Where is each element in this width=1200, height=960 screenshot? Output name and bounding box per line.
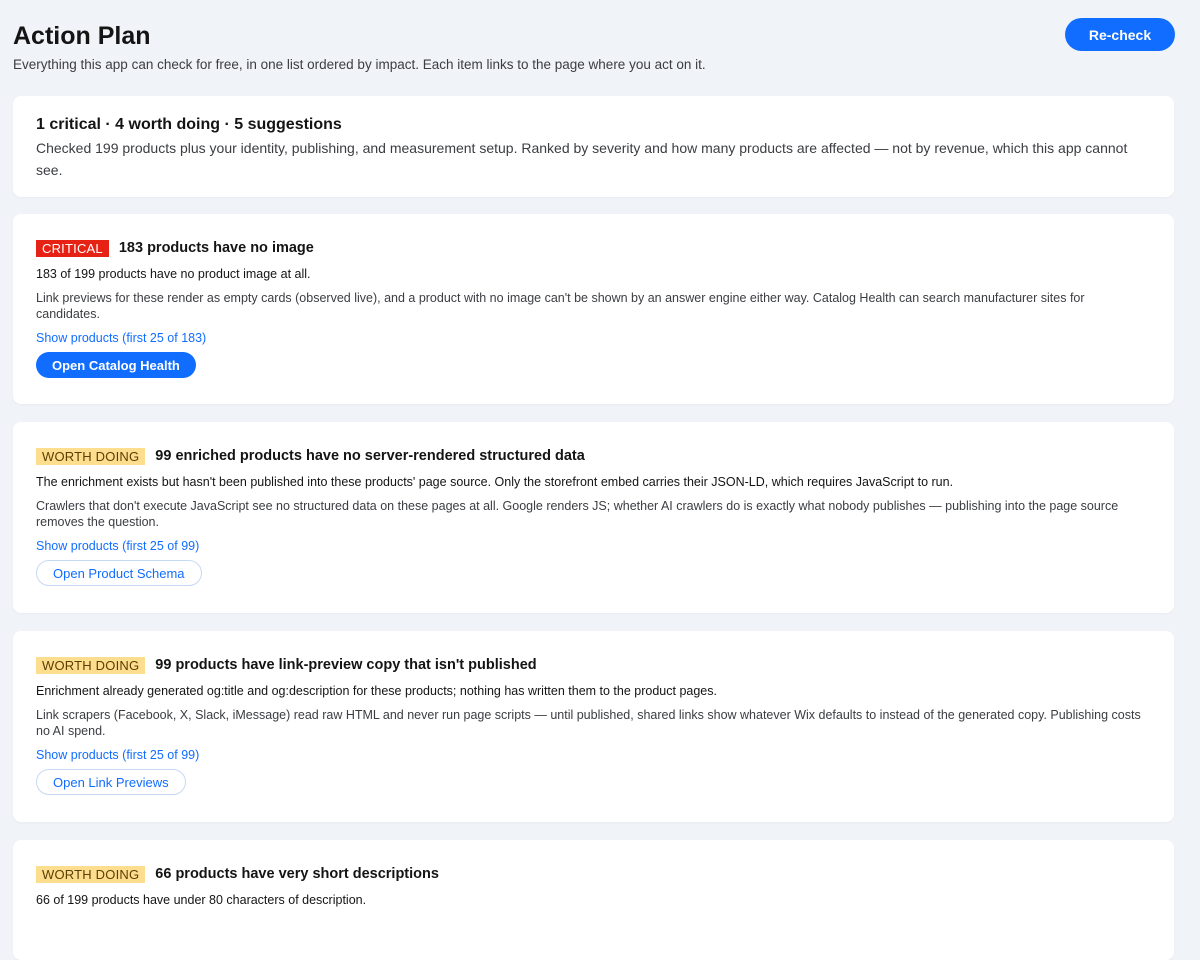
action-item-detail: The enrichment exists but hasn't been pu… (36, 475, 954, 489)
action-item-explanation: Link scrapers (Facebook, X, Slack, iMess… (36, 708, 1141, 738)
action-item-header: WORTH DOING 99 enriched products have no… (36, 446, 1151, 466)
recheck-button[interactable]: Re-check (1065, 18, 1175, 51)
open-product-schema-button[interactable]: Open Product Schema (36, 560, 202, 586)
open-link-previews-button[interactable]: Open Link Previews (36, 769, 186, 795)
action-item-title: 66 products have very short descriptions (155, 866, 439, 882)
page-subtitle: Everything this app can check for free, … (13, 57, 706, 72)
worth-doing-badge: WORTH DOING (36, 656, 146, 674)
action-item-header: WORTH DOING 66 products have very short … (36, 864, 1151, 884)
page-header: Action Plan Everything this app can chec… (13, 18, 1175, 74)
summary-text: Checked 199 products plus your identity,… (36, 140, 1128, 178)
action-item-title: 99 enriched products have no server-rend… (155, 448, 585, 464)
action-item-detail: 66 of 199 products have under 80 charact… (36, 893, 367, 907)
action-item-header: WORTH DOING 99 products have link-previe… (36, 655, 1151, 675)
action-item-card: WORTH DOING 66 products have very short … (13, 840, 1174, 960)
action-item-title: 183 products have no image (118, 240, 314, 256)
worth-doing-badge: WORTH DOING (36, 865, 146, 883)
action-item-explanation: Crawlers that don't execute JavaScript s… (36, 499, 1119, 529)
action-item-header: CRITICAL 183 products have no image (36, 238, 1151, 258)
critical-badge: CRITICAL (36, 239, 109, 257)
action-item-card: WORTH DOING 99 enriched products have no… (13, 422, 1174, 613)
action-item-title: 99 products have link-preview copy that … (155, 657, 537, 673)
page-title: Action Plan (13, 22, 151, 50)
show-products-link[interactable]: Show products (first 25 of 99) (36, 538, 1151, 554)
action-item-detail: 183 of 199 products have no product imag… (36, 267, 311, 281)
worth-doing-badge: WORTH DOING (36, 447, 146, 465)
open-catalog-health-button[interactable]: Open Catalog Health (36, 352, 196, 378)
action-item-explanation: Link previews for these render as empty … (36, 291, 1085, 321)
show-products-link[interactable]: Show products (first 25 of 99) (36, 747, 1151, 763)
action-item-card: CRITICAL 183 products have no image 183 … (13, 214, 1174, 404)
summary-title: 1 critical · 4 worth doing · 5 suggestio… (36, 116, 342, 133)
action-item-detail: Enrichment already generated og:title an… (36, 684, 717, 698)
summary-card: 1 critical · 4 worth doing · 5 suggestio… (13, 96, 1174, 197)
action-item-card: WORTH DOING 99 products have link-previe… (13, 631, 1174, 822)
show-products-link[interactable]: Show products (first 25 of 183) (36, 330, 1151, 346)
